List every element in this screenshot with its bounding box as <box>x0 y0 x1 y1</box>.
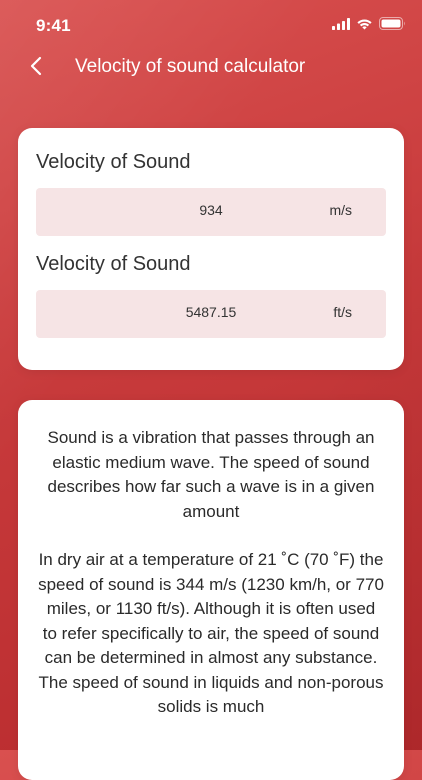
result-group-fps: Velocity of Sound 5487.15 ft/s <box>36 248 386 338</box>
description-paragraph: Sound is a vibration that passes through… <box>47 428 375 521</box>
result-label: Velocity of Sound <box>36 151 191 173</box>
result-label: Velocity of Sound <box>36 253 191 275</box>
navigation-header: Velocity of sound calculator <box>0 48 422 88</box>
result-unit: ft/s <box>333 304 352 320</box>
description-card: Sound is a vibration that passes through… <box>18 400 404 780</box>
battery-icon <box>379 17 406 35</box>
results-card: Velocity of Sound 934 m/s Velocity of So… <box>18 128 404 370</box>
status-icons <box>332 17 406 35</box>
status-bar: 9:41 <box>0 0 422 54</box>
result-group-mps: Velocity of Sound 934 m/s <box>36 146 386 236</box>
result-field-mps[interactable]: 934 m/s <box>36 188 386 236</box>
description-paragraph: In dry air at a temperature of 21 ˚C (70… <box>38 550 384 716</box>
result-unit: m/s <box>329 202 352 218</box>
cellular-signal-icon <box>332 17 350 35</box>
wifi-icon <box>356 17 373 35</box>
status-time: 9:41 <box>36 16 71 35</box>
page-title: Velocity of sound calculator <box>75 56 306 77</box>
chevron-left-icon <box>29 56 43 81</box>
description-text: Sound is a vibration that passes through… <box>18 400 404 720</box>
result-field-fps[interactable]: 5487.15 ft/s <box>36 290 386 338</box>
back-button[interactable] <box>22 54 50 82</box>
